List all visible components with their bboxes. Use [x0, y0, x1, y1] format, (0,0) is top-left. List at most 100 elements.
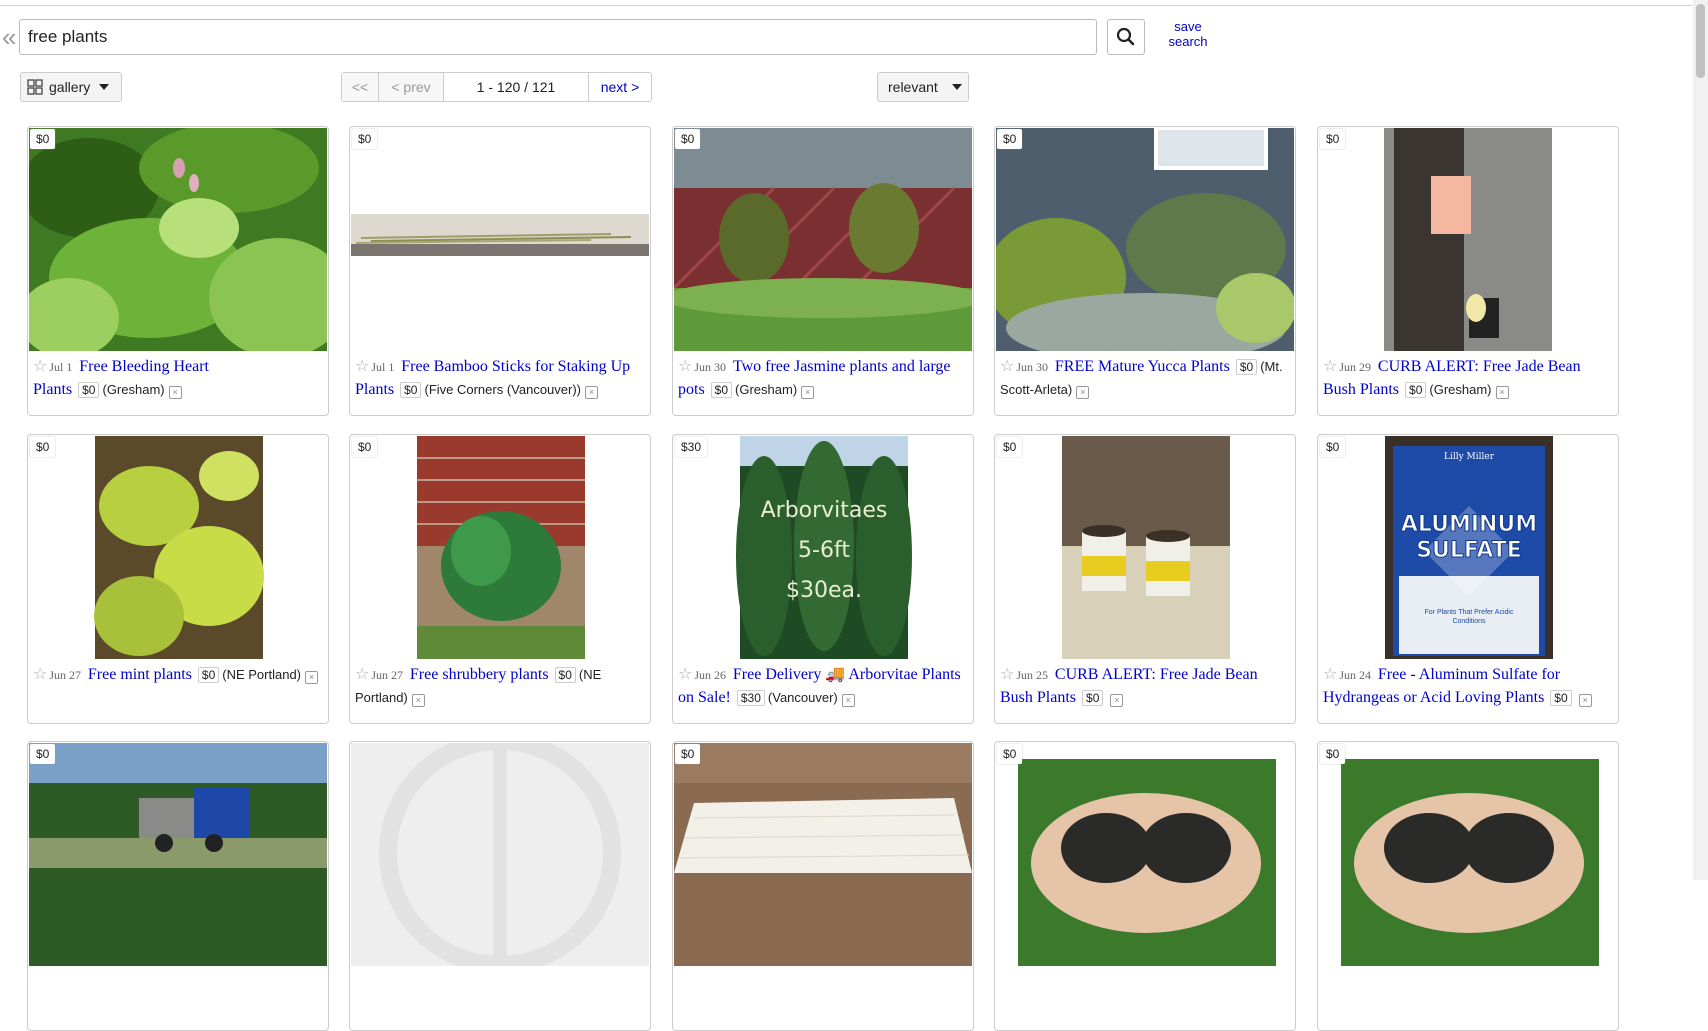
listing-photo[interactable] — [996, 743, 1294, 966]
search-button[interactable] — [1107, 19, 1145, 55]
hide-listing-icon[interactable]: × — [1076, 386, 1090, 399]
result-price: $0 — [1235, 359, 1258, 375]
scrollbar-thumb[interactable] — [1696, 4, 1705, 78]
hide-listing-icon[interactable]: × — [1578, 694, 1592, 707]
listing-photo[interactable] — [351, 436, 649, 659]
listing-photo[interactable]: Arborvitaes 5-6ft $30ea. — [674, 436, 972, 659]
listing-info: ☆ Jul 1 Free Bamboo Sticks for Staking Up… — [355, 355, 645, 401]
hide-listing-icon[interactable]: × — [305, 671, 318, 684]
listing-card[interactable]: $0 ☆ Jun 25 CURB ALERT: Free Jade Bean Bu… — [994, 434, 1296, 724]
listing-info: ☆ Jun 26 Free Delivery 🚚 Arborvitae Plant… — [678, 663, 968, 709]
price-badge: $30 — [675, 437, 708, 457]
favorite-star-icon[interactable]: ☆ — [1000, 358, 1014, 375]
favorite-star-icon[interactable]: ☆ — [678, 358, 692, 375]
favorite-star-icon[interactable]: ☆ — [33, 358, 47, 375]
first-page-button[interactable]: << — [342, 73, 379, 101]
listing-photo[interactable] — [351, 128, 649, 351]
result-price: $0 — [1405, 382, 1427, 398]
listing-photo[interactable]: Lilly Miller ALUMINUM SULFATE For Plants… — [1319, 436, 1617, 659]
hide-listing-icon[interactable]: × — [1495, 386, 1509, 399]
result-price: $0 — [1550, 690, 1572, 706]
photo-overlay-line: Arborvitaes — [760, 498, 888, 523]
search-input[interactable] — [19, 19, 1097, 55]
favorite-star-icon[interactable]: ☆ — [678, 666, 692, 683]
listing-title-link[interactable]: Free shrubbery plants — [410, 666, 549, 683]
neighborhood: (Vancouver) — [767, 690, 838, 705]
sort-dropdown[interactable]: relevant — [877, 72, 969, 102]
view-mode-label: gallery — [49, 79, 91, 95]
next-page-button[interactable]: next > — [589, 73, 651, 101]
listing-card[interactable]: $0 ☆ Jun 29 CURB ALERT: Free Jade Bean Bu… — [1317, 126, 1619, 416]
favorite-star-icon[interactable]: ☆ — [1323, 666, 1337, 683]
price-badge: $0 — [997, 437, 1023, 457]
listing-card[interactable]: Arborvitaes 5-6ft $30ea. $30 ☆ Jun 26 Fre… — [672, 434, 974, 724]
hide-listing-icon[interactable]: × — [411, 694, 425, 707]
posted-date: Jun 26 — [694, 668, 727, 682]
hide-listing-icon[interactable]: × — [841, 694, 855, 707]
listing-photo[interactable] — [996, 128, 1294, 351]
listing-card[interactable]: $0 ☆ Jul 1 Free Bleeding Heart Plants $0 (G… — [27, 126, 329, 416]
listing-card[interactable]: $0 — [672, 741, 974, 1031]
result-price: $0 — [197, 667, 220, 683]
view-mode-dropdown[interactable]: gallery — [20, 72, 122, 102]
product-tagline: For Plants That Prefer Acidic Conditions — [1424, 609, 1514, 625]
listing-card[interactable]: $0 — [994, 741, 1296, 1031]
price-badge: $0 — [30, 437, 56, 457]
favorite-star-icon[interactable]: ☆ — [1323, 358, 1337, 375]
listing-card[interactable]: $0 — [27, 741, 329, 1031]
listing-photo[interactable] — [29, 128, 327, 351]
neighborhood: (NE Portland) — [222, 667, 301, 682]
listing-card[interactable]: $0 — [1317, 741, 1619, 1031]
favorite-star-icon[interactable]: ☆ — [1000, 666, 1014, 683]
page-scrollbar[interactable] — [1693, 0, 1708, 880]
product-name: ALUMINUM SULFATE — [1385, 512, 1553, 564]
listing-info: ☆ Jul 1 Free Bleeding Heart Plants $0 (Gres… — [33, 355, 323, 401]
sort-label: relevant — [888, 79, 938, 95]
listing-photo[interactable] — [1319, 128, 1617, 351]
favorite-star-icon[interactable]: ☆ — [355, 358, 369, 375]
posted-date: Jun 29 — [1339, 360, 1372, 374]
result-range: 1 - 120 / 121 — [444, 73, 589, 101]
favorite-star-icon[interactable]: ☆ — [33, 666, 47, 683]
hide-listing-icon[interactable]: × — [801, 386, 815, 399]
listing-photo[interactable] — [1319, 743, 1617, 966]
result-price: $0 — [1082, 690, 1104, 706]
collapse-sidebar-icon[interactable]: « — [2, 22, 16, 52]
neighborhood: (Gresham) — [735, 382, 798, 397]
listing-card[interactable]: Lilly Miller ALUMINUM SULFATE For Plants… — [1317, 434, 1619, 724]
prev-page-button[interactable]: < prev — [379, 73, 444, 101]
hide-listing-icon[interactable]: × — [168, 386, 182, 399]
listing-photo[interactable] — [674, 743, 972, 966]
listing-photo[interactable] — [29, 436, 327, 659]
posted-date: Jun 30 — [1016, 360, 1049, 374]
hide-listing-icon[interactable]: × — [585, 386, 599, 399]
favorite-star-icon[interactable]: ☆ — [355, 666, 369, 683]
listing-card[interactable]: $0 ☆ Jun 30 FREE Mature Yucca Plants $0 (Mt… — [994, 126, 1296, 416]
listing-photo[interactable] — [29, 743, 327, 966]
listing-photo[interactable] — [996, 436, 1294, 659]
listing-card[interactable]: $0 ☆ Jun 30 Two free Jasmine plants and l… — [672, 126, 974, 416]
listing-card[interactable]: $0 ☆ Jun 27 Free mint plants $0 (NE Portlan… — [27, 434, 329, 724]
photo-overlay-line: 5-6ft — [798, 538, 850, 563]
listing-photo[interactable] — [674, 128, 972, 351]
pagination: << < prev 1 - 120 / 121 next > — [341, 72, 652, 102]
result-price: $30 — [736, 690, 765, 706]
listing-info: ☆ Jun 29 CURB ALERT: Free Jade Bean Bush … — [1323, 355, 1613, 401]
listing-info: ☆ Jun 30 FREE Mature Yucca Plants $0 (Mt. S… — [1000, 355, 1290, 401]
listing-card[interactable]: $0 ☆ Jun 27 Free shrubbery plants $0 (NE Po… — [349, 434, 651, 724]
save-search-link[interactable]: save search — [1160, 19, 1216, 49]
listing-info: ☆ Jun 27 Free mint plants $0 (NE Portland) × — [33, 663, 323, 686]
save-search-label-line1: save — [1174, 19, 1202, 34]
product-name-line: ALUMINUM — [1400, 512, 1538, 538]
hide-listing-icon[interactable]: × — [1110, 694, 1124, 707]
listing-card[interactable]: $0 ☆ Jul 1 Free Bamboo Sticks for Staking… — [349, 126, 651, 416]
listing-title-link[interactable]: FREE Mature Yucca Plants — [1055, 358, 1230, 375]
posted-date: Jun 25 — [1016, 668, 1049, 682]
listing-card[interactable] — [349, 741, 651, 1031]
listing-info: ☆ Jun 25 CURB ALERT: Free Jade Bean Bush … — [1000, 663, 1290, 709]
price-badge: $0 — [997, 129, 1023, 149]
product-brand: Lilly Miller — [1443, 452, 1495, 462]
listing-title-link[interactable]: Free mint plants — [88, 666, 192, 683]
neighborhood: (Gresham) — [102, 382, 165, 397]
listing-photo[interactable] — [351, 743, 649, 966]
